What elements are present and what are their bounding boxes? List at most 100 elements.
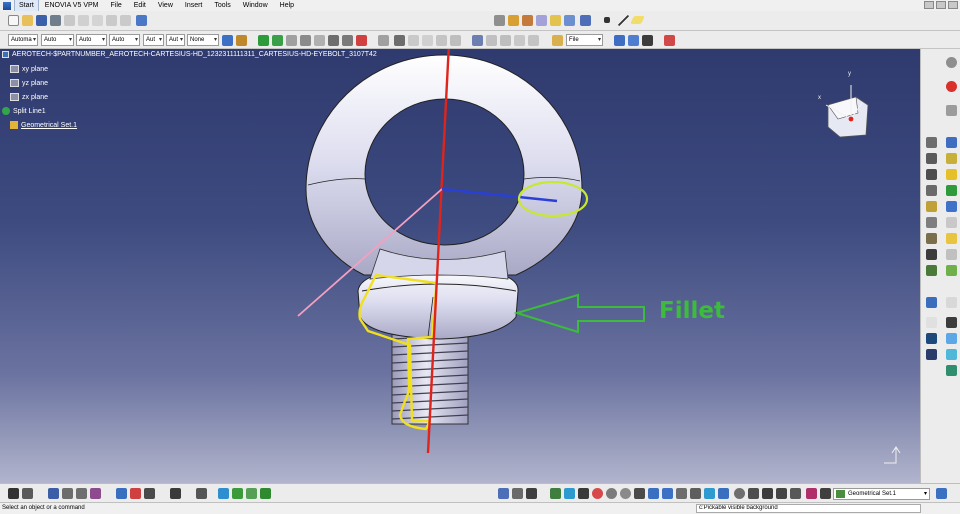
knowledge-icon[interactable] — [486, 35, 497, 46]
cut-section-icon[interactable] — [498, 488, 509, 499]
tree-item-xy-plane[interactable]: xy plane — [10, 65, 48, 73]
line-type-dropdown[interactable]: Auto — [109, 34, 140, 46]
file-dropdown[interactable]: File — [566, 34, 603, 46]
instantiate-icon[interactable] — [116, 488, 127, 499]
pattern-icon[interactable] — [926, 349, 937, 360]
extract-icon[interactable] — [926, 265, 937, 276]
axis-to-axis-icon[interactable] — [946, 333, 957, 344]
circle-tool-icon[interactable] — [926, 169, 937, 180]
record-icon[interactable] — [592, 488, 603, 499]
transparency-dropdown[interactable]: Auto — [41, 34, 74, 46]
menu-enovia[interactable]: ENOVIA V5 VPM — [39, 0, 105, 11]
exit-icon[interactable] — [946, 81, 957, 92]
law-editor-icon[interactable] — [62, 488, 73, 499]
layer-icon[interactable] — [704, 488, 715, 499]
color-dropdown[interactable]: Automa — [8, 34, 38, 46]
zoom-icon[interactable] — [606, 488, 617, 499]
formula-icon[interactable] — [514, 35, 525, 46]
whats-this-icon[interactable] — [136, 15, 147, 26]
boundary-icon[interactable] — [946, 249, 957, 260]
new-document-icon[interactable] — [8, 15, 19, 26]
geometrical-set-dropdown[interactable]: Geometrical Set.1 — [833, 488, 930, 500]
menu-tools[interactable]: Tools — [208, 0, 236, 11]
trim-icon[interactable] — [926, 249, 937, 260]
open-folder-icon[interactable] — [22, 15, 33, 26]
multi-view-icon[interactable] — [378, 35, 389, 46]
shading-icon[interactable] — [408, 35, 419, 46]
close-icon[interactable] — [948, 1, 958, 9]
eye-ring[interactable] — [305, 54, 583, 276]
menu-help[interactable]: Help — [274, 0, 300, 11]
plane-surface-icon[interactable] — [630, 16, 645, 24]
sketch-tool-icon[interactable] — [946, 105, 957, 116]
projection-icon[interactable] — [946, 153, 957, 164]
menu-edit[interactable]: Edit — [128, 0, 152, 11]
revolve-icon[interactable] — [946, 185, 957, 196]
translate-icon[interactable] — [926, 297, 937, 308]
redo-icon[interactable] — [120, 15, 131, 26]
sweep-icon[interactable] — [926, 201, 937, 212]
plane-icon[interactable] — [564, 15, 575, 26]
catalog-icon[interactable] — [472, 35, 483, 46]
layer-dropdown[interactable]: None — [187, 34, 219, 46]
tree-root[interactable]: AEROTECH-$PARTNUMBER_AEROTECH-CARTESIUS-… — [2, 51, 377, 58]
settings-icon[interactable] — [946, 57, 957, 68]
point-tool-icon[interactable] — [926, 137, 937, 148]
annotation-icon[interactable] — [512, 488, 523, 499]
symmetry-icon[interactable] — [926, 317, 937, 328]
point-icon[interactable] — [604, 17, 610, 23]
blend-icon[interactable] — [926, 217, 937, 228]
feature-icon[interactable] — [170, 488, 181, 499]
local-update-icon[interactable] — [246, 488, 257, 499]
save-icon[interactable] — [36, 15, 47, 26]
edges-icon[interactable] — [422, 35, 433, 46]
measure-icon[interactable] — [580, 15, 591, 26]
rotate-icon[interactable] — [272, 35, 283, 46]
boolean-icon[interactable] — [550, 15, 561, 26]
pan-icon[interactable] — [258, 35, 269, 46]
zoom-area-icon[interactable] — [620, 488, 631, 499]
fit-icon[interactable] — [578, 488, 589, 499]
parameters-icon[interactable] — [500, 35, 511, 46]
plane-tool-icon[interactable] — [926, 153, 937, 164]
tree-item-zx-plane[interactable]: zx plane — [10, 93, 48, 101]
analysis-icon[interactable] — [946, 365, 957, 376]
line-tool-icon[interactable] — [946, 137, 957, 148]
hide-icon[interactable] — [676, 488, 687, 499]
paste-icon[interactable] — [92, 15, 103, 26]
catia-app-icon[interactable] — [3, 1, 11, 10]
affinity-icon[interactable] — [926, 333, 937, 344]
rules-icon[interactable] — [528, 35, 539, 46]
line-icon[interactable] — [618, 15, 629, 26]
show-icon[interactable] — [690, 488, 701, 499]
model-geometry[interactable] — [0, 49, 920, 483]
3d-viewport[interactable]: AEROTECH-$PARTNUMBER_AEROTECH-CARTESIUS-… — [0, 49, 920, 483]
menu-window[interactable]: Window — [237, 0, 274, 11]
painter-icon[interactable] — [222, 35, 233, 46]
zoom-in-icon[interactable] — [286, 35, 297, 46]
send-to-icon[interactable] — [628, 35, 639, 46]
law-icon[interactable] — [946, 349, 957, 360]
render-style-dropdown[interactable]: Aut — [166, 34, 185, 46]
fit-all-icon[interactable] — [356, 35, 367, 46]
fly-mode-icon[interactable] — [790, 488, 801, 499]
search-icon[interactable] — [664, 35, 675, 46]
wireframe-icon[interactable] — [436, 35, 447, 46]
cut-icon[interactable] — [64, 15, 75, 26]
save-management-icon[interactable] — [614, 35, 625, 46]
restore-icon[interactable] — [936, 1, 946, 9]
menu-file[interactable]: File — [104, 0, 127, 11]
extrude-icon[interactable] — [926, 185, 937, 196]
table-icon[interactable] — [48, 488, 59, 499]
body-icon[interactable] — [522, 15, 533, 26]
tree-item-geometrical-set[interactable]: Geometrical Set.1 — [10, 121, 77, 129]
pack-icon[interactable] — [196, 488, 207, 499]
powercopy-icon[interactable] — [144, 488, 155, 499]
compass-widget[interactable] — [825, 85, 869, 138]
tree-item-split-line[interactable]: Split Line1 — [2, 107, 46, 115]
render-icon[interactable] — [718, 488, 729, 499]
pad-icon[interactable] — [494, 15, 505, 26]
menu-insert[interactable]: Insert — [179, 0, 209, 11]
formula-fx-icon[interactable] — [8, 488, 19, 499]
tree-item-yz-plane[interactable]: yz plane — [10, 79, 48, 87]
